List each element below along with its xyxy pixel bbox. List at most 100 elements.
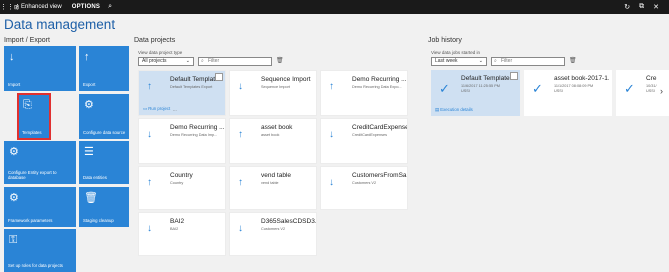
gear-icon: ⚙ (9, 192, 19, 204)
project-description: Demo Recurring Data Expo... (352, 85, 402, 89)
staging-cleanup-label: Staging cleanup (83, 218, 114, 224)
framework-parameters-tile[interactable]: ⚙ Framework parameters (4, 187, 76, 227)
job-range-label: View data jobs started in (431, 50, 480, 55)
project-name: asset book (261, 124, 293, 131)
job-name: Default Templates... (461, 75, 513, 82)
project-card[interactable]: ↑ vend table vend table (229, 166, 317, 210)
execution-details-link[interactable]: ▤ Execution details (435, 107, 473, 113)
checkmark-icon: ✓ (624, 81, 635, 96)
export-label: Export (83, 82, 96, 88)
project-checkbox[interactable] (215, 73, 223, 81)
upload-arrow-icon: ↑ (147, 81, 152, 92)
app-grid-icon[interactable]: ⋮⋮⋮ (0, 3, 21, 11)
download-arrow-icon: ↓ (9, 51, 15, 63)
project-description: Country (170, 181, 184, 185)
popout-icon[interactable]: ⧉ (639, 3, 644, 11)
staging-cleanup-tile[interactable]: 🗑 Staging cleanup (79, 187, 129, 227)
gear-icon: ⚙ (9, 146, 19, 158)
project-name: BAI2 (170, 218, 185, 225)
export-tile[interactable]: ↑ Export (79, 46, 129, 91)
configure-entity-export-label: Configure Entity export to database (8, 170, 57, 181)
more-options-button[interactable]: ... (173, 107, 177, 112)
upload-arrow-icon: ↑ (84, 51, 90, 63)
search-icon: ⌕ (494, 58, 497, 64)
job-history-heading: Job history (428, 37, 462, 44)
jobs-filter-input[interactable]: ⌕ Filter (491, 57, 565, 66)
job-company: USSI (554, 89, 563, 94)
project-type-label: View data project type (138, 50, 183, 55)
project-card[interactable]: ↓ Sequence Import Sequence Import (229, 70, 317, 116)
project-description: Default Templates Export (170, 85, 213, 89)
framework-parameters-label: Framework parameters (8, 218, 53, 224)
job-timestamp: 11/1/2017 08:08:09 PM (554, 84, 594, 88)
job-company: USSI (461, 89, 470, 94)
configure-data-source-label: Configure data source (83, 130, 126, 136)
top-bar: ⋮⋮⋮ ⊞ Enhanced view OPTIONS ⌕ ↻ ⧉ ✕ (0, 0, 669, 14)
project-card[interactable]: ↓ D365SalesCDSD3... Customers V2 (229, 212, 317, 256)
job-timestamp: 11/6/2017 11:25:55 PM (461, 84, 500, 88)
chevron-right-icon[interactable]: › (660, 86, 663, 96)
project-description: Customers V2 (261, 227, 286, 231)
job-meta: 11/6/2017 11:25:55 PM USSI (461, 84, 500, 94)
project-card[interactable]: ↑ asset book asset book (229, 118, 317, 164)
project-description: Demo Recurring Data Imp... (170, 133, 218, 137)
project-card[interactable]: ↓ CreditCardExpenses CreditCardExpenses (320, 118, 408, 164)
project-name: vend table (261, 172, 291, 179)
checkmark-icon: ✓ (532, 81, 543, 96)
download-arrow-icon: ↓ (329, 177, 334, 188)
job-range-value: Last week (435, 58, 458, 64)
project-card[interactable]: ↓ BAI2 BAI2 (138, 212, 226, 256)
projects-filter-placeholder: Filter (208, 58, 220, 64)
project-description: asset book (261, 133, 280, 137)
trash-icon: 🗑 (84, 192, 98, 204)
project-card[interactable]: ↑ Default Templates... Default Templates… (138, 70, 226, 116)
job-card[interactable]: ✓ Default Templates... 11/6/2017 11:25:5… (431, 70, 520, 116)
execution-details-label: Execution details (440, 107, 473, 112)
project-type-select[interactable]: All projects ⌄ (138, 57, 194, 66)
job-meta: 10/31/ USSI (646, 84, 657, 94)
checkmark-icon: ✓ (439, 81, 450, 96)
copy-icon: ⎘ (23, 99, 32, 111)
data-entities-tile[interactable]: ☰ Data entities (79, 141, 129, 184)
set-up-roles-label: Set up roles for data projects (8, 263, 63, 269)
project-description: Customers V2 (352, 181, 377, 185)
job-checkbox[interactable] (510, 72, 518, 80)
refresh-icon[interactable]: ↻ (624, 3, 630, 11)
import-label: Import (8, 82, 21, 88)
jobs-filter-placeholder: Filter (501, 58, 513, 64)
project-name: CustomersFromSa... (352, 172, 407, 179)
job-company: USSI (646, 89, 655, 94)
job-range-select[interactable]: Last week ⌄ (431, 57, 487, 66)
project-description: CreditCardExpenses (352, 133, 388, 137)
run-project-label: Run project (148, 106, 171, 111)
project-card[interactable]: ↑ Country Country (138, 166, 226, 210)
list-icon: ☰ (84, 146, 94, 158)
configure-data-source-tile[interactable]: ⚙ Configure data source (79, 94, 129, 139)
delete-project-icon[interactable]: 🗑 (276, 57, 284, 64)
project-card[interactable]: ↓ Demo Recurring ... Demo Recurring Data… (138, 118, 226, 164)
download-arrow-icon: ↓ (238, 223, 243, 234)
job-name: asset book-2017-1... (554, 75, 609, 82)
templates-tile[interactable]: ⎘ Templates (17, 93, 51, 140)
download-arrow-icon: ↓ (147, 223, 152, 234)
project-name: CreditCardExpenses (352, 124, 407, 131)
import-tile[interactable]: ↓ Import (4, 46, 76, 91)
search-icon[interactable]: ⌕ (100, 3, 112, 11)
project-card[interactable]: ↓ CustomersFromSa... Customers V2 (320, 166, 408, 210)
enhanced-view-toggle[interactable]: ⊞ Enhanced view (12, 4, 68, 11)
projects-filter-input[interactable]: ⌕ Filter (198, 57, 272, 66)
upload-arrow-icon: ↑ (329, 81, 334, 92)
delete-job-icon[interactable]: 🗑 (569, 57, 577, 64)
project-description: vend table (261, 181, 279, 185)
run-project-link[interactable]: ▭ Run project (143, 106, 170, 112)
project-card[interactable]: ↑ Demo Recurring ... Demo Recurring Data… (320, 70, 408, 116)
job-timestamp: 10/31/ (646, 84, 657, 88)
project-type-value: All projects (142, 58, 167, 64)
options-menu[interactable]: OPTIONS (68, 4, 100, 10)
chevron-down-icon: ⌄ (185, 58, 190, 64)
configure-entity-export-tile[interactable]: ⚙ Configure Entity export to database (4, 141, 76, 184)
chevron-down-icon: ⌄ (478, 58, 483, 64)
close-icon[interactable]: ✕ (653, 3, 659, 11)
job-card[interactable]: ✓ asset book-2017-1... 11/1/2017 08:08:0… (524, 70, 612, 116)
set-up-roles-tile[interactable]: ⚿ Set up roles for data projects (4, 229, 76, 272)
